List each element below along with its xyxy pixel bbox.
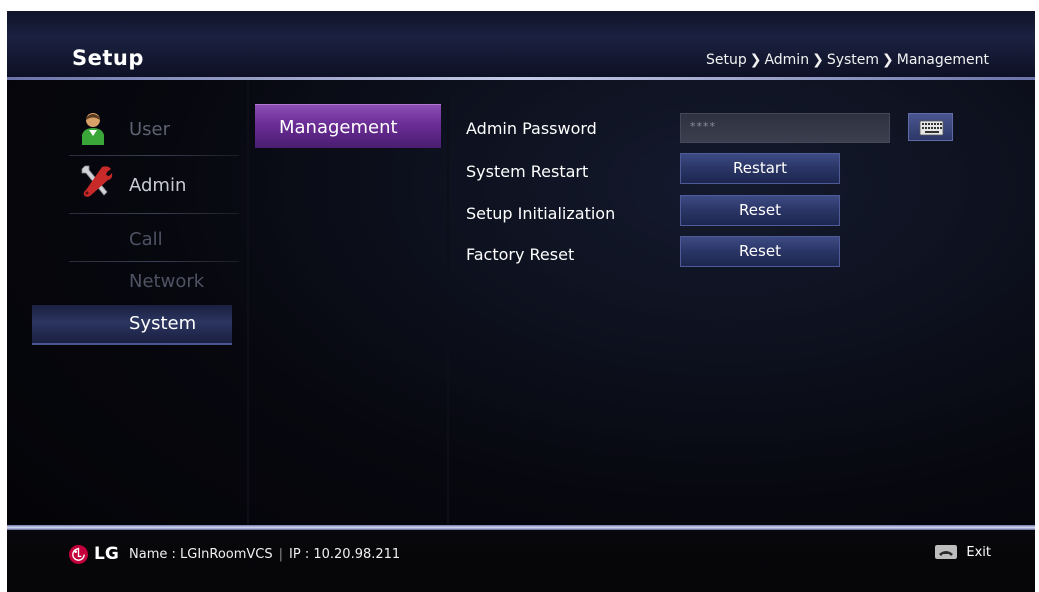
divider (69, 155, 239, 156)
breadcrumb-setup: Setup (705, 52, 747, 68)
breadcrumb-admin: Admin (764, 52, 810, 68)
keyboard-button[interactable] (908, 113, 953, 141)
user-icon (82, 113, 104, 145)
setup-initialization-label: Setup Initialization (466, 204, 616, 223)
divider (69, 213, 239, 214)
factory-reset-button[interactable]: Reset (680, 236, 840, 267)
column-divider (447, 80, 449, 525)
restart-button[interactable]: Restart (680, 153, 840, 184)
sidebar: User Admin Call Network System (7, 80, 247, 525)
sidebar-item-call[interactable]: Call (129, 229, 163, 250)
sidebar-item-label: User (129, 119, 171, 140)
breadcrumb-separator-icon: ❯ (882, 52, 894, 68)
factory-reset-label: Factory Reset (466, 245, 575, 264)
sidebar-item-label: Admin (129, 175, 187, 196)
footer-bar: LG Name : LGInRoomVCS | IP : 10.20.98.211 … (7, 530, 1035, 592)
exit-label: Exit (966, 545, 991, 560)
system-restart-label: System Restart (466, 162, 589, 181)
breadcrumb-management: Management (896, 52, 989, 68)
lg-logo-icon (69, 545, 88, 564)
setup-screen: Setup Setup ❯ Admin ❯ System ❯ Management User (7, 11, 1035, 592)
brand-logo: LG (94, 544, 119, 564)
column-divider (247, 80, 249, 525)
device-info: Name : LGInRoomVCS | IP : 10.20.98.211 (129, 547, 400, 562)
divider (69, 261, 239, 262)
header-bar: Setup Setup ❯ Admin ❯ System ❯ Management (7, 11, 1035, 78)
keyboard-icon (919, 120, 944, 136)
tools-icon (81, 165, 113, 197)
admin-password-input[interactable]: **** (680, 113, 890, 143)
submenu-item-management[interactable]: Management (255, 104, 441, 148)
phone-hangup-icon (935, 545, 957, 559)
breadcrumb-separator-icon: ❯ (749, 52, 762, 68)
device-name: Name : LGInRoomVCS (129, 547, 273, 562)
device-ip: IP : 10.20.98.211 (289, 547, 401, 562)
page-title: Setup (72, 46, 144, 70)
info-separator: | (278, 547, 284, 562)
breadcrumb-separator-icon: ❯ (812, 52, 824, 68)
breadcrumb: Setup ❯ Admin ❯ System ❯ Management (706, 52, 989, 68)
submenu-item-label: Management (279, 117, 398, 138)
admin-password-label: Admin Password (466, 119, 597, 138)
setup-reset-button[interactable]: Reset (680, 195, 840, 226)
sidebar-item-system[interactable]: System (32, 305, 232, 345)
sidebar-item-label: System (129, 313, 197, 334)
breadcrumb-system: System (826, 52, 880, 68)
sidebar-item-network[interactable]: Network (129, 271, 204, 292)
exit-button[interactable]: Exit (911, 545, 991, 565)
